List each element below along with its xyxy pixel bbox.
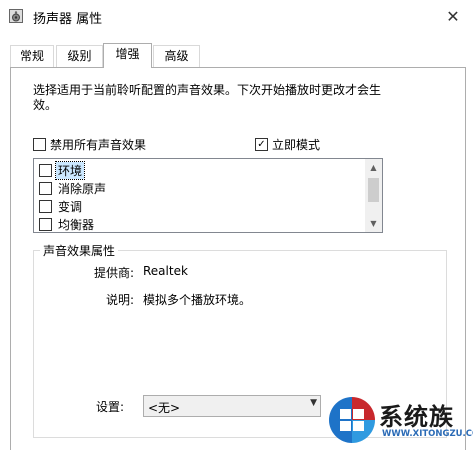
effect-label: 消除原声	[58, 181, 107, 196]
scroll-down-icon[interactable]: ▼	[365, 215, 382, 232]
description-text: 选择适用于当前聆听配置的声音效果。下次开始播放时更改才会生效。	[33, 83, 382, 112]
speaker-icon	[9, 9, 23, 23]
checkbox-box	[33, 138, 46, 151]
list-item[interactable]: 变调	[39, 197, 84, 215]
group-title: 声音效果属性	[40, 242, 119, 259]
tab-label: 高级	[164, 49, 189, 63]
title-bar: 扬声器 属性 ✕	[0, 0, 473, 32]
window-title: 扬声器 属性	[33, 12, 103, 27]
tab-levels[interactable]: 级别	[56, 45, 103, 67]
watermark-logo: 系统族 WWW.XITONGZU.COM	[325, 393, 473, 449]
effect-description-value: 模拟多个播放环境。	[143, 293, 252, 307]
tab-label: 常规	[19, 49, 44, 63]
close-button[interactable]: ✕	[433, 0, 473, 32]
checkmark-icon: ✓	[255, 138, 268, 151]
immediate-mode-checkbox[interactable]: ✓ 立即模式	[255, 136, 320, 153]
list-item[interactable]: 均衡器	[39, 215, 96, 232]
list-item[interactable]: 环境	[39, 160, 86, 180]
checkbox-box[interactable]	[39, 217, 52, 231]
settings-label: 设置:	[95, 400, 124, 414]
provider-label: 提供商:	[93, 266, 134, 280]
list-item[interactable]: 消除原声	[39, 179, 108, 197]
tab-general[interactable]: 常规	[10, 45, 54, 67]
checkbox-label: 禁用所有声音效果	[50, 138, 147, 152]
effect-label: 环境	[54, 160, 86, 180]
scroll-up-icon[interactable]: ▲	[365, 159, 382, 176]
tab-enhancements[interactable]: 增强	[103, 43, 152, 68]
watermark-brand: 系统族	[379, 403, 454, 431]
effects-list[interactable]: 环境 消除原声 变调 均衡器 ▲ ▼	[33, 158, 383, 233]
chevron-down-icon: ▼	[310, 398, 317, 408]
effect-label: 均衡器	[58, 217, 95, 232]
close-icon: ✕	[446, 6, 460, 26]
tab-advanced[interactable]: 高级	[153, 45, 200, 67]
list-scrollbar[interactable]: ▲ ▼	[365, 159, 382, 232]
provider-value: Realtek	[143, 264, 188, 278]
checkbox-box[interactable]	[39, 199, 52, 213]
windows-logo-icon	[329, 397, 375, 443]
tab-label: 级别	[67, 49, 92, 63]
checkbox-box[interactable]	[39, 163, 52, 177]
effect-label: 变调	[58, 199, 83, 214]
tab-label: 增强	[115, 47, 140, 61]
effect-description-label: 说明:	[105, 293, 134, 307]
settings-value: <无>	[148, 401, 181, 415]
disable-all-checkbox[interactable]: 禁用所有声音效果	[33, 136, 146, 153]
checkbox-box[interactable]	[39, 181, 52, 195]
watermark-url: WWW.XITONGZU.COM	[382, 429, 473, 439]
checkbox-label: 立即模式	[272, 138, 321, 152]
settings-dropdown[interactable]: <无> ▼	[143, 395, 321, 417]
scrollbar-thumb[interactable]	[368, 178, 379, 202]
